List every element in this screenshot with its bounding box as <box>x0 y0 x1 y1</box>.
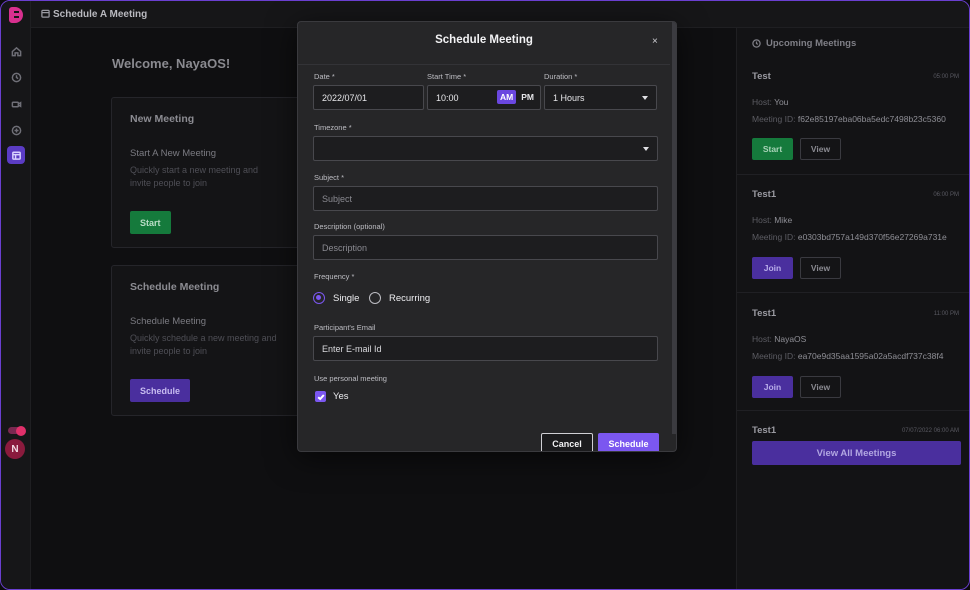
meeting-name: Test1 <box>752 425 777 436</box>
card-description: Quickly start a new meeting and invite p… <box>130 165 259 188</box>
card-subtitle: Start A New Meeting <box>130 148 217 159</box>
email-label: Participant's Email <box>314 323 376 332</box>
view-button[interactable]: View <box>800 376 841 398</box>
meeting-name: Test1 <box>752 308 777 319</box>
join-button[interactable]: Join <box>752 376 793 398</box>
theme-toggle[interactable] <box>8 425 26 436</box>
meeting-item: Test1 11:00 PM Host: NayaOS Meeting ID: … <box>737 308 969 411</box>
divider <box>298 64 670 65</box>
meeting-id: Meeting ID: e0303bd757a149d370f56e27269a… <box>752 232 947 242</box>
chevron-down-icon <box>643 147 649 151</box>
close-icon[interactable]: × <box>652 36 658 47</box>
start-meeting-button[interactable]: Start <box>130 211 171 234</box>
clock-icon <box>752 39 761 48</box>
meeting-id: Meeting ID: ea70e9d35aa1595a02a5acdf737c… <box>752 351 944 361</box>
schedule-meeting-button[interactable]: Schedule <box>130 379 191 402</box>
avatar[interactable]: N <box>5 439 25 459</box>
frequency-label: Frequency * <box>314 272 355 281</box>
timezone-label: Timezone * <box>314 123 352 132</box>
start-time-value: 10:00 <box>436 92 459 103</box>
card-title: Schedule Meeting <box>130 281 220 293</box>
panel-header: Upcoming Meetings <box>752 38 856 49</box>
am-option[interactable]: AM <box>497 90 517 104</box>
panel-title: Upcoming Meetings <box>766 38 857 49</box>
personal-meeting-checkbox[interactable] <box>315 391 326 402</box>
start-button[interactable]: Start <box>752 138 793 160</box>
view-button[interactable]: View <box>800 257 841 279</box>
meeting-time: 07/07/2022 06:00 AM <box>901 428 959 434</box>
recurring-label[interactable]: Recurring <box>389 293 430 304</box>
calendar-icon[interactable] <box>7 146 25 164</box>
meeting-time: 05:00 PM <box>933 74 959 80</box>
clock-icon[interactable] <box>7 68 25 86</box>
am-pm-toggle: AM PM <box>497 90 536 104</box>
single-label[interactable]: Single <box>333 293 359 304</box>
start-time-label: Start Time * <box>427 72 467 81</box>
subject-input[interactable]: Subject <box>313 186 658 211</box>
meeting-item: Test1 06:00 PM Host: Mike Meeting ID: e0… <box>737 189 969 293</box>
brand-logo-icon[interactable] <box>9 7 23 23</box>
join-button[interactable]: Join <box>752 257 793 279</box>
meeting-time: 11:00 PM <box>933 311 959 317</box>
schedule-submit-button[interactable]: Schedule <box>598 433 659 451</box>
meeting-time: 06:00 PM <box>933 192 959 198</box>
personal-meeting-label: Use personal meeting <box>314 374 387 383</box>
description-label: Description (optional) <box>314 222 385 231</box>
view-button[interactable]: View <box>800 138 841 160</box>
timezone-select[interactable] <box>313 136 658 161</box>
pm-option[interactable]: PM <box>519 90 536 104</box>
duration-select[interactable]: 1 Hours <box>544 85 657 110</box>
meeting-name: Test1 <box>752 189 777 200</box>
duration-value: 1 Hours <box>553 92 585 103</box>
scrollbar[interactable] <box>672 22 676 434</box>
meeting-item: Test 05:00 PM Host: You Meeting ID: f62e… <box>737 71 969 175</box>
subject-label: Subject * <box>314 173 345 182</box>
calendar-icon <box>41 9 50 18</box>
start-time-field[interactable]: 10:00 AM PM <box>427 85 541 110</box>
left-rail: N <box>1 1 31 589</box>
app-window: N Schedule A Meeting Welcome, NayaOS! Ne… <box>0 0 970 590</box>
meeting-host: Host: You <box>752 97 789 107</box>
meeting-host: Host: Mike <box>752 215 793 225</box>
duration-label: Duration * <box>544 72 578 81</box>
single-radio[interactable] <box>313 292 325 304</box>
view-all-meetings-button[interactable]: View All Meetings <box>752 441 961 465</box>
meeting-item: Test1 07/07/2022 06:00 AM <box>737 425 969 439</box>
personal-meeting-option[interactable]: Yes <box>333 391 349 402</box>
email-input[interactable]: Enter E-mail Id <box>313 336 658 361</box>
home-icon[interactable] <box>7 42 25 60</box>
meeting-id: Meeting ID: f62e85197eba06ba5edc7498b23c… <box>752 114 946 124</box>
video-icon[interactable] <box>7 95 25 113</box>
add-circle-icon[interactable] <box>7 121 25 139</box>
meeting-name: Test <box>752 71 771 82</box>
upcoming-meetings-panel: Upcoming Meetings Test 05:00 PM Host: Yo… <box>736 28 969 589</box>
cancel-button[interactable]: Cancel <box>541 433 593 451</box>
check-icon <box>317 393 325 400</box>
description-input[interactable]: Description <box>313 235 658 260</box>
date-field[interactable]: 2022/07/01 <box>313 85 424 110</box>
card-title: New Meeting <box>130 113 195 125</box>
card-subtitle: Schedule Meeting <box>130 316 207 327</box>
card-description: Quickly schedule a new meeting and invit… <box>130 333 277 356</box>
welcome-heading: Welcome, NayaOS! <box>112 56 231 71</box>
dialog-title: Schedule Meeting <box>435 34 533 46</box>
page-title: Schedule A Meeting <box>53 9 148 20</box>
chevron-down-icon <box>642 96 648 100</box>
meeting-host: Host: NayaOS <box>752 334 807 344</box>
date-label: Date * <box>314 72 335 81</box>
schedule-meeting-dialog: Schedule Meeting × Date * 2022/07/01 Sta… <box>297 21 677 452</box>
recurring-radio[interactable] <box>369 292 381 304</box>
